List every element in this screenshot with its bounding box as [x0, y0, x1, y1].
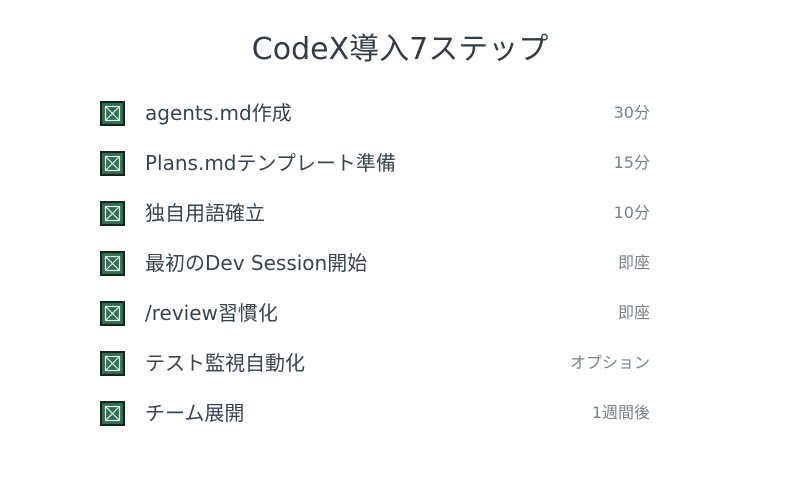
step-item: /review習慣化 即座	[100, 288, 650, 338]
checked-box-icon	[104, 405, 121, 421]
checkbox[interactable]	[100, 250, 125, 276]
step-item: 独自用語確立 10分	[100, 188, 650, 238]
step-item: Plans.mdテンプレート準備 15分	[100, 138, 650, 188]
step-item: テスト監視自動化 オプション	[100, 338, 650, 388]
step-item: 最初のDev Session開始 即座	[100, 238, 650, 288]
step-label: 独自用語確立	[145, 201, 265, 225]
checkbox[interactable]	[100, 150, 125, 176]
checkbox[interactable]	[100, 350, 125, 376]
checked-box-icon	[104, 255, 121, 271]
step-label: Plans.mdテンプレート準備	[145, 151, 396, 175]
checkbox[interactable]	[100, 300, 125, 326]
step-time: 10分	[613, 203, 650, 222]
step-time: 30分	[613, 103, 650, 122]
checkbox[interactable]	[100, 200, 125, 226]
checkbox[interactable]	[100, 100, 125, 126]
step-time: 即座	[617, 303, 650, 322]
step-item: agents.md作成 30分	[100, 88, 650, 138]
step-label: テスト監視自動化	[145, 351, 305, 375]
step-label: チーム展開	[145, 401, 245, 425]
checked-box-icon	[104, 155, 121, 171]
step-label: /review習慣化	[145, 301, 278, 325]
step-time: 15分	[613, 153, 650, 172]
step-label: agents.md作成	[145, 101, 292, 125]
step-time: オプション	[569, 353, 650, 372]
step-label: 最初のDev Session開始	[145, 251, 368, 275]
step-time: 即座	[617, 253, 650, 272]
step-time: 1週間後	[591, 403, 650, 422]
checkbox[interactable]	[100, 400, 125, 426]
page-title: CodeX導入7ステップ	[251, 32, 549, 68]
step-item: チーム展開 1週間後	[100, 388, 650, 438]
checked-box-icon	[104, 355, 121, 371]
checked-box-icon	[104, 205, 121, 221]
step-list: agents.md作成 30分 Plans.mdテンプレート準備 15分 独自用…	[100, 88, 650, 438]
checked-box-icon	[104, 305, 121, 321]
checked-box-icon	[104, 105, 121, 121]
